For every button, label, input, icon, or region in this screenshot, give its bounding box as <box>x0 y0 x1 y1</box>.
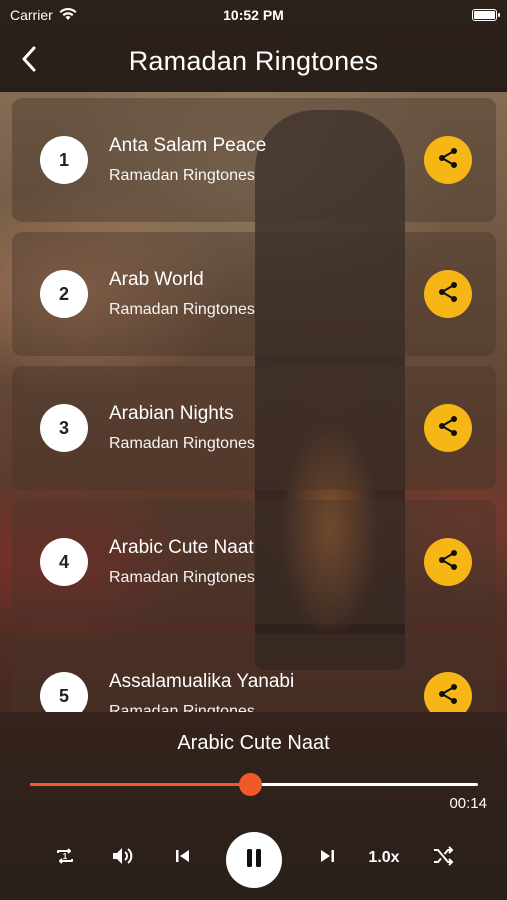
carrier-label: Carrier <box>10 7 53 23</box>
page-title: Ramadan Ringtones <box>128 45 379 76</box>
elapsed-time: 00:14 <box>449 795 487 812</box>
progress-thumb[interactable] <box>238 773 262 796</box>
shuffle-button[interactable] <box>428 832 458 884</box>
previous-button[interactable] <box>168 832 198 884</box>
item-title: Arabic Cute Naat <box>109 537 254 558</box>
previous-icon <box>174 847 192 870</box>
ringtone-list[interactable]: 1 Anta Salam Peace Ramadan Ringtones 2 A… <box>12 98 496 712</box>
speed-button[interactable]: 1.0x <box>362 832 406 884</box>
status-bar: Carrier 10:52 PM <box>0 0 507 30</box>
wifi-icon <box>59 7 77 24</box>
progress-fill <box>30 783 250 786</box>
pause-icon <box>244 847 264 874</box>
item-title: Assalamualika Yanabi <box>109 671 295 692</box>
item-subtitle: Ramadan Ringtones <box>109 301 255 318</box>
item-number: 1 <box>40 136 88 184</box>
item-title: Arab World <box>109 269 204 290</box>
back-icon <box>21 46 37 77</box>
repeat-one-icon: 1 <box>53 844 77 873</box>
battery-icon <box>472 9 500 21</box>
next-button[interactable] <box>312 832 342 884</box>
status-time: 10:52 PM <box>223 7 284 23</box>
ringtone-item[interactable]: 1 Anta Salam Peace Ramadan Ringtones <box>12 98 496 222</box>
pause-button[interactable] <box>226 832 282 888</box>
item-number: 5 <box>40 672 88 712</box>
share-icon <box>436 280 460 309</box>
audio-player: Arabic Cute Naat 00:14 1 1.0x <box>0 712 507 900</box>
share-button[interactable] <box>424 538 472 586</box>
item-title: Arabian Nights <box>109 403 234 424</box>
ringtone-item[interactable]: 3 Arabian Nights Ramadan Ringtones <box>12 366 496 490</box>
share-icon <box>436 146 460 175</box>
item-subtitle: Ramadan Ringtones <box>109 569 255 586</box>
share-icon <box>436 414 460 443</box>
back-button[interactable] <box>14 44 44 78</box>
shuffle-icon <box>431 844 455 873</box>
share-icon <box>436 548 460 577</box>
player-controls: 1 1.0x <box>0 832 507 888</box>
item-number: 2 <box>40 270 88 318</box>
item-subtitle: Ramadan Ringtones <box>109 435 255 452</box>
share-button[interactable] <box>424 672 472 712</box>
item-subtitle: Ramadan Ringtones <box>109 167 255 184</box>
item-number: 3 <box>40 404 88 452</box>
share-button[interactable] <box>424 404 472 452</box>
item-subtitle: Ramadan Ringtones <box>109 703 255 712</box>
ringtone-item[interactable]: 2 Arab World Ramadan Ringtones <box>12 232 496 356</box>
next-icon <box>318 847 336 870</box>
progress-slider[interactable] <box>30 773 478 796</box>
item-number: 4 <box>40 538 88 586</box>
volume-icon <box>110 844 136 873</box>
repeat-button[interactable]: 1 <box>50 832 80 884</box>
now-playing-title: Arabic Cute Naat <box>177 732 330 754</box>
share-icon <box>436 682 460 711</box>
share-button[interactable] <box>424 270 472 318</box>
item-title: Anta Salam Peace <box>109 135 267 156</box>
ringtone-item[interactable]: 4 Arabic Cute Naat Ramadan Ringtones <box>12 500 496 624</box>
svg-text:1: 1 <box>63 852 68 861</box>
ringtone-item[interactable]: 5 Assalamualika Yanabi Ramadan Ringtones <box>12 634 496 712</box>
volume-button[interactable] <box>108 832 138 884</box>
nav-header: Ramadan Ringtones <box>0 30 507 92</box>
share-button[interactable] <box>424 136 472 184</box>
